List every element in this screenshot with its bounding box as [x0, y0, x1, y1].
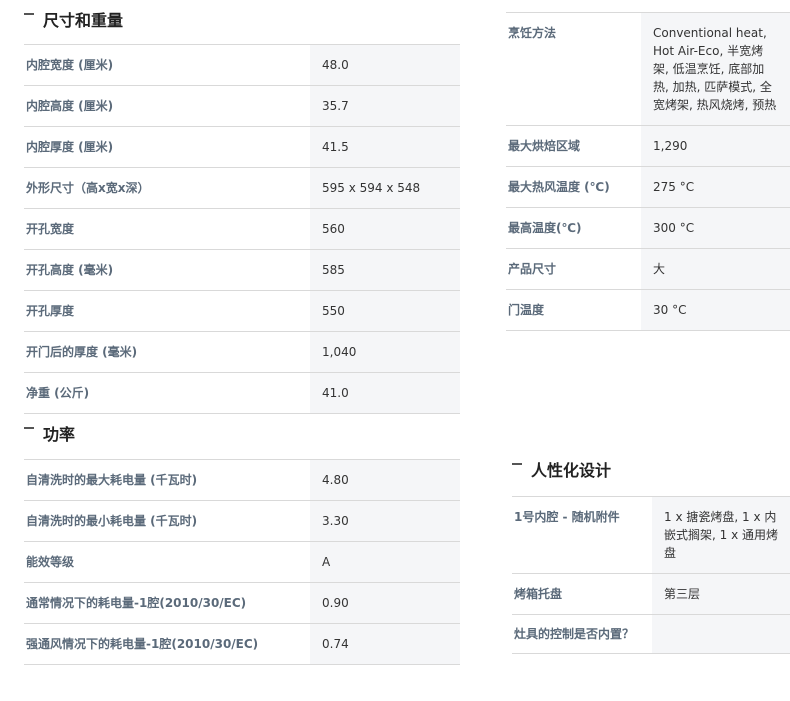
spec-label: 自清洗时的最大耗电量 (千瓦时)	[26, 473, 198, 487]
power-title: 功率	[24, 416, 460, 450]
spec-label: 产品尺寸	[508, 262, 557, 276]
power-table: 自清洗时的最大耗电量 (千瓦时) 4.80 自清洗时的最小耗电量 (千瓦时) 3…	[24, 459, 460, 665]
table-row: 净重 (公斤) 41.0	[24, 372, 460, 414]
dash-icon	[24, 427, 34, 429]
table-row: 最大热风温度 (℃) 275 °C	[506, 166, 790, 208]
spec-label: 灶具的控制是否内置？	[514, 627, 635, 641]
table-row: 内腔厚度 (厘米) 41.5	[24, 126, 460, 168]
dash-icon	[512, 463, 522, 465]
table-row: 能效等级 A	[24, 541, 460, 583]
spec-value: 0.74	[310, 623, 460, 665]
spec-value: 41.5	[310, 126, 460, 168]
spec-label: 强通风情况下的耗电量-1腔(2010/30/EC)	[26, 637, 259, 651]
cooking-table: 烹饪方法 Conventional heat, Hot Air-Eco, 半宽烤…	[506, 12, 790, 331]
spec-label: 开孔高度 (毫米)	[26, 263, 114, 277]
table-row: 烤箱托盘 第三层	[512, 573, 790, 615]
spec-label: 内腔宽度 (厘米)	[26, 58, 114, 72]
dash-icon	[24, 13, 34, 15]
spec-value: 1 x 搪瓷烤盘, 1 x 内嵌式搁架, 1 x 通用烤盘	[652, 496, 790, 574]
table-row: 1号内腔 - 随机附件 1 x 搪瓷烤盘, 1 x 内嵌式搁架, 1 x 通用烤…	[512, 496, 790, 574]
table-row: 通常情况下的耗电量-1腔(2010/30/EC) 0.90	[24, 582, 460, 624]
spec-value: 1,040	[310, 331, 460, 373]
spec-label: 最大热风温度 (℃)	[508, 180, 610, 194]
table-row: 强通风情况下的耗电量-1腔(2010/30/EC) 0.74	[24, 623, 460, 665]
spec-label: 内腔高度 (厘米)	[26, 99, 114, 113]
spec-label: 外形尺寸（高x宽x深）	[26, 181, 150, 195]
spec-value: 1,290	[641, 125, 790, 167]
spec-value: 560	[310, 208, 460, 250]
spec-value: 300 °C	[641, 207, 790, 249]
table-row: 灶具的控制是否内置？	[512, 614, 790, 654]
spec-label: 开门后的厚度 (毫米)	[26, 345, 138, 359]
humanized-title: 人性化设计	[512, 452, 790, 486]
dimensions-section: 尺寸和重量 内腔宽度 (厘米) 48.0 内腔高度 (厘米) 35.7 内腔厚度…	[24, 2, 460, 414]
table-row: 最大烘焙区域 1,290	[506, 125, 790, 167]
spec-label: 开孔宽度	[26, 222, 75, 236]
cooking-section: 烹饪方法 Conventional heat, Hot Air-Eco, 半宽烤…	[506, 2, 790, 331]
table-row: 内腔宽度 (厘米) 48.0	[24, 44, 460, 86]
spec-value	[652, 614, 790, 654]
table-row: 开孔宽度 560	[24, 208, 460, 250]
table-row: 最高温度(℃) 300 °C	[506, 207, 790, 249]
spec-value: 3.30	[310, 500, 460, 542]
spec-value: 35.7	[310, 85, 460, 127]
spec-value: A	[310, 541, 460, 583]
table-row: 开孔高度 (毫米) 585	[24, 249, 460, 291]
spec-label: 自清洗时的最小耗电量 (千瓦时)	[26, 514, 198, 528]
spec-value: 大	[641, 248, 790, 290]
spec-value: 第三层	[652, 573, 790, 615]
spec-label: 开孔厚度	[26, 304, 75, 318]
table-row: 产品尺寸 大	[506, 248, 790, 290]
spec-value: 48.0	[310, 44, 460, 86]
spec-label: 净重 (公斤)	[26, 386, 90, 400]
spec-label: 内腔厚度 (厘米)	[26, 140, 114, 154]
spec-value: 595 x 594 x 548	[310, 167, 460, 209]
spec-value: 41.0	[310, 372, 460, 414]
table-row: 开门后的厚度 (毫米) 1,040	[24, 331, 460, 373]
power-section: 功率 自清洗时的最大耗电量 (千瓦时) 4.80 自清洗时的最小耗电量 (千瓦时…	[24, 416, 460, 665]
dimensions-table: 内腔宽度 (厘米) 48.0 内腔高度 (厘米) 35.7 内腔厚度 (厘米) …	[24, 44, 460, 414]
spec-label: 能效等级	[26, 555, 75, 569]
spec-value: 550	[310, 290, 460, 332]
table-row: 烹饪方法 Conventional heat, Hot Air-Eco, 半宽烤…	[506, 12, 790, 126]
table-row: 自清洗时的最大耗电量 (千瓦时) 4.80	[24, 459, 460, 501]
spec-value: 585	[310, 249, 460, 291]
spec-label: 烹饪方法	[508, 26, 557, 40]
spec-label: 烤箱托盘	[514, 587, 563, 601]
table-row: 内腔高度 (厘米) 35.7	[24, 85, 460, 127]
spec-value: 30 °C	[641, 289, 790, 331]
spec-label: 通常情况下的耗电量-1腔(2010/30/EC)	[26, 596, 247, 610]
table-row: 门温度 30 °C	[506, 289, 790, 331]
spec-value: 4.80	[310, 459, 460, 501]
spec-value: 275 °C	[641, 166, 790, 208]
spec-value: Conventional heat, Hot Air-Eco, 半宽烤架, 低温…	[641, 12, 790, 126]
humanized-table: 1号内腔 - 随机附件 1 x 搪瓷烤盘, 1 x 内嵌式搁架, 1 x 通用烤…	[512, 496, 790, 654]
spec-label: 门温度	[508, 303, 545, 317]
spec-label: 最高温度(℃)	[508, 221, 582, 235]
spec-value: 0.90	[310, 582, 460, 624]
spec-label: 1号内腔 - 随机附件	[514, 510, 620, 524]
table-row: 自清洗时的最小耗电量 (千瓦时) 3.30	[24, 500, 460, 542]
dimensions-title: 尺寸和重量	[24, 2, 460, 36]
table-row: 开孔厚度 550	[24, 290, 460, 332]
humanized-section: 人性化设计 1号内腔 - 随机附件 1 x 搪瓷烤盘, 1 x 内嵌式搁架, 1…	[512, 452, 790, 654]
spec-label: 最大烘焙区域	[508, 139, 581, 153]
table-row: 外形尺寸（高x宽x深） 595 x 594 x 548	[24, 167, 460, 209]
